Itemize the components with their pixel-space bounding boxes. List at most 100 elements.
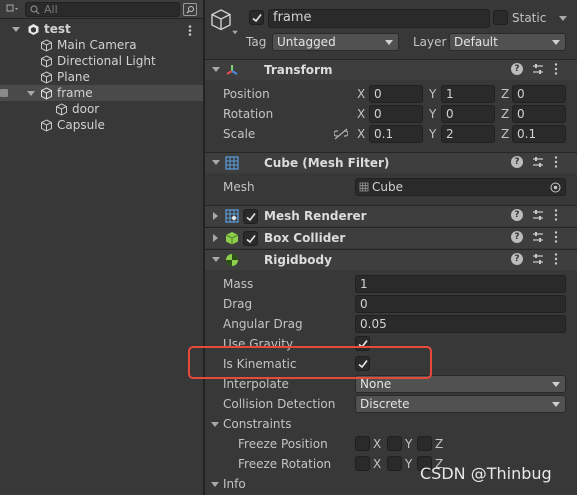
presets-icon[interactable] xyxy=(532,63,544,75)
freeze-rotation-y-checkbox[interactable] xyxy=(387,456,402,471)
component-menu-icon[interactable] xyxy=(554,209,558,221)
gameobject-cube-icon xyxy=(41,87,52,100)
hierarchy-search-input[interactable]: All xyxy=(25,2,180,17)
axis-label-x: X xyxy=(357,87,366,101)
axis-label-z: Z xyxy=(435,437,444,451)
mesh-renderer-icon xyxy=(225,209,239,223)
help-icon[interactable]: ? xyxy=(511,63,523,75)
hierarchy-item-door[interactable]: door xyxy=(0,101,203,117)
axis-label-x: X xyxy=(373,457,382,471)
hierarchy-toolbar: All xyxy=(0,0,203,19)
mesh-renderer-header[interactable]: Mesh Renderer ? xyxy=(205,205,577,226)
tag-dropdown[interactable]: Untagged xyxy=(272,33,399,51)
transform-header[interactable]: Transform ? xyxy=(205,59,577,80)
rotation-x-field[interactable]: 0 xyxy=(369,105,423,123)
component-menu-icon[interactable] xyxy=(554,156,558,168)
rotation-y-field[interactable]: 0 xyxy=(441,105,495,123)
active-checkbox[interactable] xyxy=(249,10,264,25)
info-fold-arrow-icon[interactable] xyxy=(211,482,219,487)
watermark: CSDN @Thinbug xyxy=(420,464,552,483)
scene-row-test[interactable]: test xyxy=(0,21,203,37)
presets-icon[interactable] xyxy=(532,253,544,265)
scene-name: test xyxy=(44,22,71,36)
axis-label-x: X xyxy=(373,437,382,451)
selection-marker-icon xyxy=(0,89,8,97)
box-collider-header[interactable]: Box Collider ? xyxy=(205,227,577,248)
mesh-value: Cube xyxy=(372,180,403,194)
transform-icon xyxy=(226,65,238,75)
box-collider-enabled-checkbox[interactable] xyxy=(243,231,258,246)
component-menu-icon[interactable] xyxy=(554,63,558,75)
inspector-panel: frame Static Tag Untagged Layer Default … xyxy=(205,0,577,495)
hierarchy-item-capsule[interactable]: Capsule xyxy=(0,117,203,133)
component-title: Transform xyxy=(264,63,333,77)
position-y-field[interactable]: 1 xyxy=(441,85,495,103)
help-icon[interactable]: ? xyxy=(511,253,523,265)
freeze-position-y-checkbox[interactable] xyxy=(387,436,402,451)
component-header-icons: ? xyxy=(511,209,567,223)
object-picker-icon[interactable] xyxy=(550,182,561,193)
presets-icon[interactable] xyxy=(532,156,544,168)
axis-label-y: Y xyxy=(405,457,413,471)
rotation-z-field[interactable]: 0 xyxy=(512,105,566,123)
position-z-field[interactable]: 0 xyxy=(512,85,566,103)
rotation-label: Rotation xyxy=(223,107,274,121)
help-icon[interactable]: ? xyxy=(511,156,523,168)
collision-detection-dropdown[interactable]: Discrete xyxy=(355,395,566,413)
static-checkbox[interactable] xyxy=(493,10,508,25)
rigidbody-header[interactable]: Rigidbody ? xyxy=(205,249,577,270)
fold-arrow-icon[interactable] xyxy=(213,212,218,220)
mass-label: Mass xyxy=(223,277,254,291)
expand-arrow-icon[interactable] xyxy=(27,91,35,96)
gameobject-cube-icon xyxy=(41,71,52,84)
help-icon[interactable]: ? xyxy=(511,209,523,221)
add-icon[interactable] xyxy=(5,4,18,14)
component-title: Cube (Mesh Filter) xyxy=(264,156,390,170)
mesh-renderer-enabled-checkbox[interactable] xyxy=(243,209,258,224)
angular-drag-field[interactable]: 0.05 xyxy=(355,315,566,333)
static-dropdown-arrow[interactable] xyxy=(559,16,567,21)
component-header-icons: ? xyxy=(511,63,567,77)
position-x-field[interactable]: 0 xyxy=(369,85,423,103)
axis-label-y: Y xyxy=(429,107,437,121)
drag-field[interactable]: 0 xyxy=(355,295,566,313)
layer-dropdown[interactable]: Default xyxy=(449,33,566,51)
fold-arrow-icon[interactable] xyxy=(212,67,220,72)
help-icon[interactable]: ? xyxy=(511,231,523,243)
constrain-proportions-link-icon[interactable] xyxy=(334,128,348,140)
fold-arrow-icon[interactable] xyxy=(213,234,218,242)
hierarchy-item-main-camera[interactable]: Main Camera xyxy=(0,37,203,53)
angular-drag-label: Angular Drag xyxy=(223,317,303,331)
search-mode-icon[interactable] xyxy=(183,3,197,16)
info-label: Info xyxy=(223,477,246,491)
hierarchy-item-label: Directional Light xyxy=(57,54,156,68)
scale-x-field[interactable]: 0.1 xyxy=(369,125,423,143)
object-name-field[interactable]: frame xyxy=(268,9,490,28)
expand-arrow-icon[interactable] xyxy=(12,27,20,32)
layer-value: Default xyxy=(454,35,498,49)
fold-arrow-icon[interactable] xyxy=(212,257,220,262)
fold-arrow-icon[interactable] xyxy=(212,160,220,165)
box-collider-icon xyxy=(225,232,239,245)
presets-icon[interactable] xyxy=(532,231,544,243)
component-menu-icon[interactable] xyxy=(554,231,558,243)
hierarchy-item-frame[interactable]: frame xyxy=(0,85,203,101)
mesh-object-field[interactable]: Cube xyxy=(355,178,566,196)
freeze-position-x-checkbox[interactable] xyxy=(355,436,370,451)
constraints-fold-arrow-icon[interactable] xyxy=(211,422,219,427)
component-menu-icon[interactable] xyxy=(554,253,558,265)
mesh-filter-header[interactable]: Cube (Mesh Filter) ? xyxy=(205,152,577,173)
hierarchy-item-directional-light[interactable]: Directional Light xyxy=(0,53,203,69)
gameobject-cube-icon xyxy=(41,39,52,52)
freeze-position-label: Freeze Position xyxy=(238,437,328,451)
scale-y-field[interactable]: 2 xyxy=(441,125,495,143)
static-label: Static xyxy=(512,11,547,25)
hierarchy-item-plane[interactable]: Plane xyxy=(0,69,203,85)
freeze-rotation-x-checkbox[interactable] xyxy=(355,456,370,471)
presets-icon[interactable] xyxy=(532,209,544,221)
freeze-position-z-checkbox[interactable] xyxy=(417,436,432,451)
mass-field[interactable]: 1 xyxy=(355,275,566,293)
scale-z-field[interactable]: 0.1 xyxy=(512,125,566,143)
icon-dropdown-arrow[interactable] xyxy=(232,30,238,35)
is-kinematic-highlight-box xyxy=(188,346,432,379)
